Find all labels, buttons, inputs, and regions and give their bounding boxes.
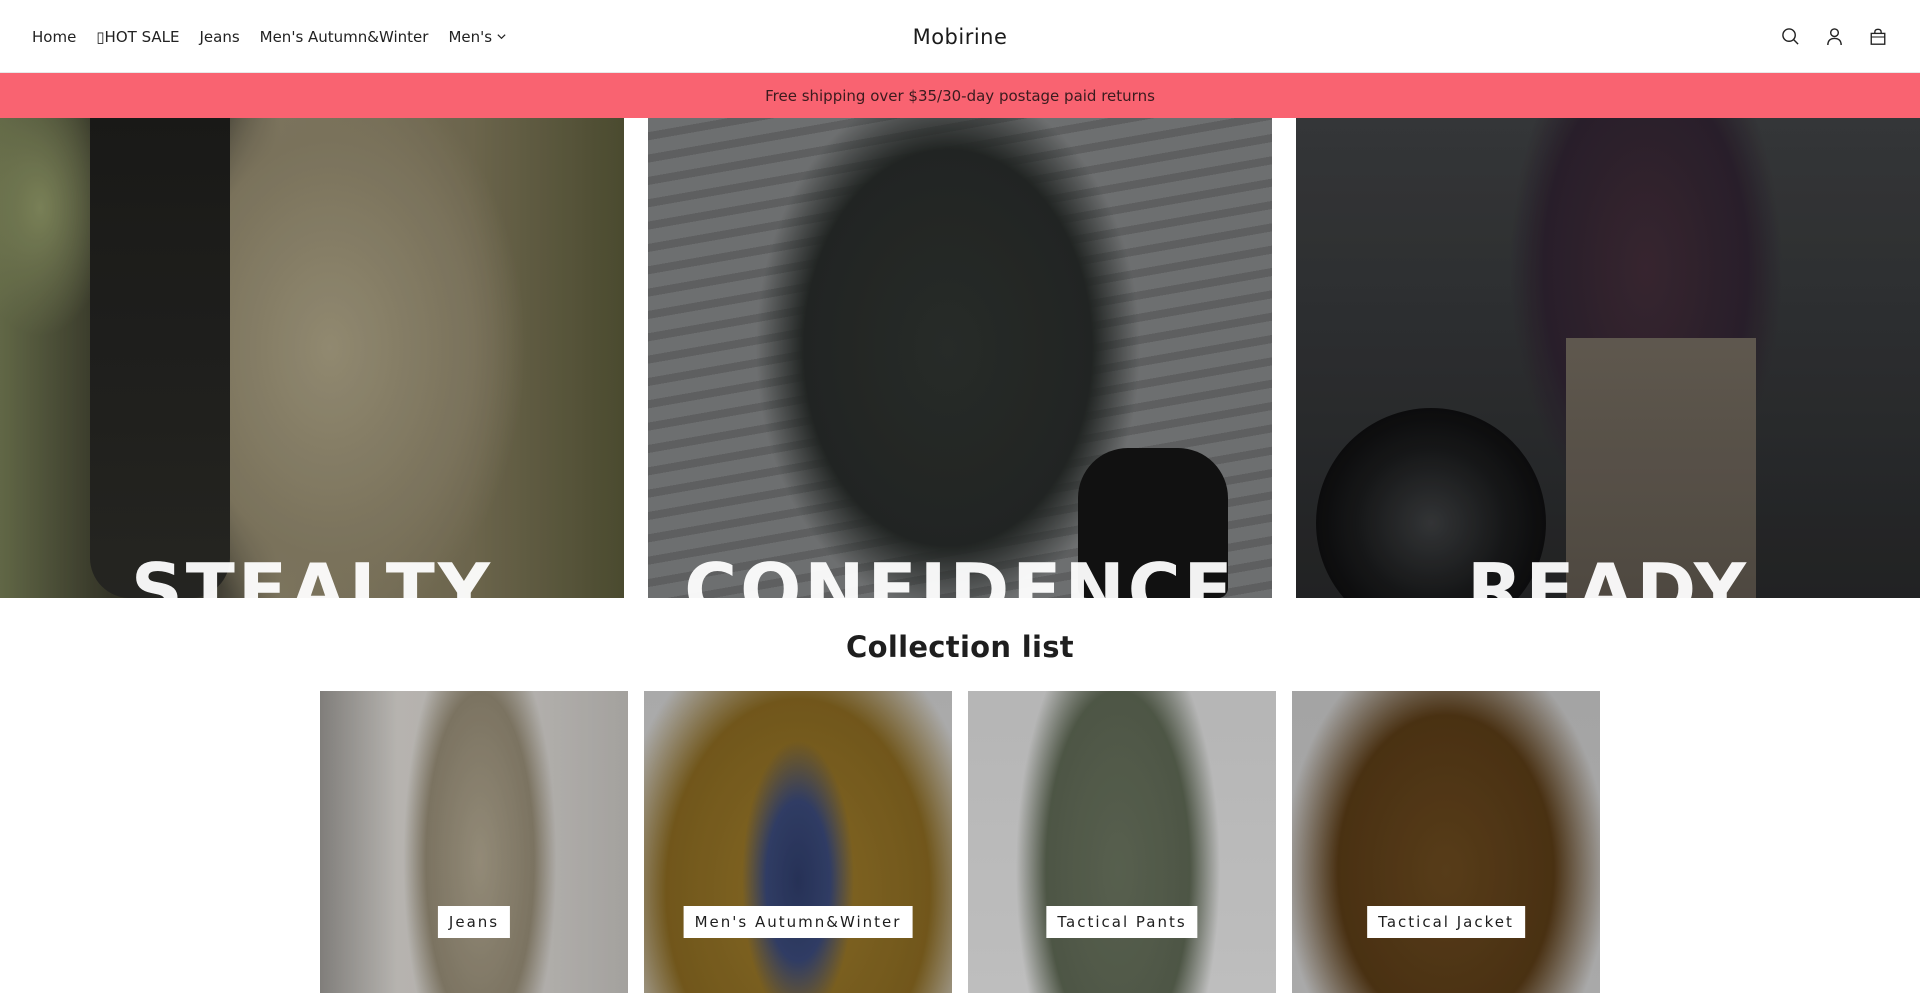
collection-card-label[interactable]: Tactical Pants [1046, 906, 1198, 938]
nav-mens-autumn-winter[interactable]: Men's Autumn&Winter [260, 28, 429, 46]
announcement-bar: Free shipping over $35/30-day postage pa… [0, 73, 1920, 118]
hero-banner: STEALTY CONFIDENCE READY [0, 118, 1920, 598]
hero-panel-confidence[interactable]: CONFIDENCE [648, 118, 1272, 598]
hero-word: STEALTY [130, 548, 494, 598]
collection-card-tactical-pants[interactable]: Tactical Pants [968, 691, 1276, 993]
nav-hot-sale[interactable]: ▯HOT SALE [96, 28, 179, 46]
collection-card-label[interactable]: Jeans [437, 906, 511, 938]
hero-word: READY [1466, 548, 1749, 598]
site-header: Home ▯HOT SALE Jeans Men's Autumn&Winter… [0, 0, 1920, 73]
header-icons [1780, 0, 1888, 73]
search-icon[interactable] [1780, 27, 1800, 47]
collection-list: Jeans Men's Autumn&Winter Tactical Pants… [320, 691, 1600, 993]
nav-jeans[interactable]: Jeans [199, 28, 239, 46]
announcement-text: Free shipping over $35/30-day postage pa… [765, 86, 1155, 105]
brand-logo[interactable]: Mobirine [913, 25, 1008, 49]
nav-mens-dropdown[interactable]: Men's [448, 28, 507, 46]
nav-home[interactable]: Home [32, 28, 76, 46]
collection-card-label[interactable]: Tactical Jacket [1367, 906, 1525, 938]
collection-card-jeans[interactable]: Jeans [320, 691, 628, 993]
collection-card-mens-autumn-winter[interactable]: Men's Autumn&Winter [644, 691, 952, 993]
hero-panel-stealty[interactable]: STEALTY [0, 118, 624, 598]
nav-mens-label: Men's [448, 27, 493, 46]
chevron-down-icon [497, 34, 506, 40]
account-icon[interactable] [1824, 27, 1844, 47]
collection-card-label[interactable]: Men's Autumn&Winter [683, 906, 913, 938]
collection-card-tactical-jacket[interactable]: Tactical Jacket [1292, 691, 1600, 993]
cart-icon[interactable] [1868, 27, 1888, 47]
collection-title: Collection list [846, 630, 1074, 664]
main-nav: Home ▯HOT SALE Jeans Men's Autumn&Winter… [32, 0, 507, 73]
hero-word: CONFIDENCE [684, 548, 1236, 598]
hero-panel-ready[interactable]: READY [1296, 118, 1920, 598]
